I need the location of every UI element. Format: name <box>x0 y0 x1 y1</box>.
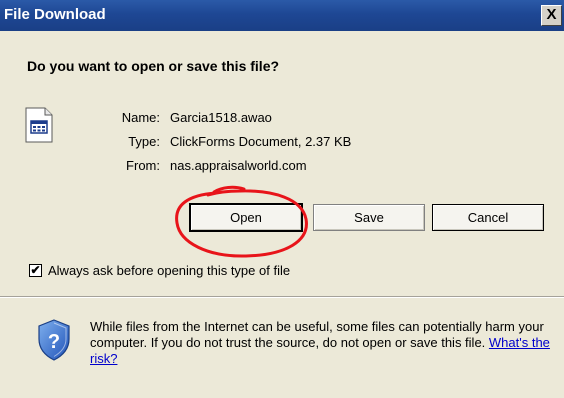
file-type-label: Type: <box>128 134 160 149</box>
warning-text: While files from the Internet can be use… <box>90 319 544 350</box>
file-download-dialog: File Download X Do you want to open or s… <box>0 0 564 398</box>
close-button[interactable]: X <box>541 5 562 26</box>
file-type-row: Type: ClickForms Document, 2.37 KB <box>50 134 530 152</box>
file-from-value: nas.appraisalworld.com <box>170 158 307 173</box>
file-type-value: ClickForms Document, 2.37 KB <box>170 134 352 149</box>
security-shield-icon: ? <box>38 319 70 361</box>
section-divider <box>0 296 564 298</box>
clickforms-document-icon <box>25 107 53 143</box>
file-from-label: From: <box>126 158 160 173</box>
svg-text:?: ? <box>48 331 60 353</box>
always-ask-checkbox[interactable]: ✔ <box>29 264 42 277</box>
file-name-label: Name: <box>121 110 160 125</box>
file-name-value: Garcia1518.awao <box>170 110 272 125</box>
close-icon: X <box>546 6 557 23</box>
checkmark-icon: ✔ <box>30 263 41 277</box>
window-title: File Download <box>4 6 106 23</box>
cancel-button[interactable]: Cancel <box>432 204 544 231</box>
file-from-row: From: nas.appraisalworld.com <box>50 158 530 176</box>
save-button[interactable]: Save <box>313 204 425 231</box>
dialog-question: Do you want to open or save this file? <box>27 58 280 74</box>
file-name-row: Name: Garcia1518.awao <box>50 110 530 128</box>
title-bar[interactable]: File Download X <box>0 0 564 31</box>
open-button[interactable]: Open <box>190 204 302 231</box>
always-ask-label[interactable]: Always ask before opening this type of f… <box>48 263 290 278</box>
security-warning: While files from the Internet can be use… <box>90 319 552 367</box>
